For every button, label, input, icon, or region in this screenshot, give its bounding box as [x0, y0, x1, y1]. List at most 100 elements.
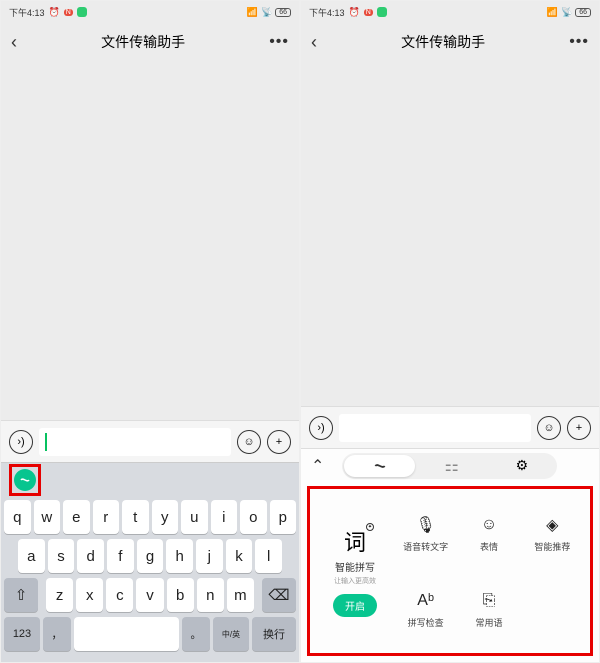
comma-key[interactable]: ， — [43, 617, 71, 651]
key-k[interactable]: k — [226, 539, 253, 573]
key-t[interactable]: t — [122, 500, 149, 534]
stack-icon: ◈ — [541, 514, 563, 536]
more-icon[interactable]: ••• — [269, 33, 289, 51]
highlight-box — [9, 464, 41, 496]
app-badge — [77, 7, 87, 17]
features-panel: 词✦ 智能拼写 让输入更高效 开启 🎙 语音转文字 ☺ 表情 ◈ 智能推荐 Aᵇ 拼写检查 ⎘常… — [307, 486, 593, 656]
chat-area[interactable] — [1, 61, 299, 420]
mode-smart[interactable] — [344, 455, 414, 477]
panel-toolbar: ⌃ ⚏ ⚙ — [301, 448, 599, 482]
key-j[interactable]: j — [196, 539, 223, 573]
check-icon: Aᵇ — [415, 590, 437, 612]
key-e[interactable]: e — [63, 500, 90, 534]
space-key[interactable] — [74, 617, 179, 651]
chat-header: ‹ 文件传输助手 ••• — [301, 23, 599, 61]
signal-icon: 📶 — [247, 7, 258, 18]
mode-switcher: ⚏ ⚙ — [342, 453, 557, 479]
smile-icon: ☺ — [478, 514, 500, 536]
input-bar: ›) ☺ + — [301, 406, 599, 448]
status-bar: 下午4:13 ⏰ N 📶 📡 66 — [301, 1, 599, 23]
mode-settings[interactable]: ⚙ — [487, 453, 557, 479]
more-icon[interactable]: ••• — [569, 33, 589, 51]
emoji-icon[interactable]: ☺ — [237, 430, 261, 454]
plus-icon[interactable]: + — [267, 430, 291, 454]
key-o[interactable]: o — [240, 500, 267, 534]
message-input[interactable] — [339, 414, 531, 442]
wifi-icon: 📡 — [261, 7, 272, 18]
phone-right: 下午4:13 ⏰ N 📶 📡 66 ‹ 文件传输助手 ••• ›) ☺ + ⌃ … — [300, 0, 600, 663]
key-p[interactable]: p — [270, 500, 297, 534]
smart-char: 词✦ — [344, 525, 366, 557]
battery-level: 66 — [275, 8, 291, 17]
key-g[interactable]: g — [137, 539, 164, 573]
key-h[interactable]: h — [166, 539, 193, 573]
key-i[interactable]: i — [211, 500, 238, 534]
collapse-icon[interactable]: ⌃ — [311, 456, 324, 476]
feature-mic[interactable]: 🎙 语音转文字 — [396, 497, 455, 569]
key-b[interactable]: b — [167, 578, 194, 612]
phone-left: 下午4:13 ⏰ N 📶 📡 66 ‹ 文件传输助手 ••• ›) ☺ + qw… — [0, 0, 300, 663]
feature-smile[interactable]: ☺ 表情 — [459, 497, 518, 569]
gear-icon: ⚙ — [516, 457, 529, 474]
key-u[interactable]: u — [181, 500, 208, 534]
signal-icon: 📶 — [547, 7, 558, 18]
status-time: 下午4:13 — [9, 6, 45, 19]
mic-icon: 🎙 — [415, 514, 437, 536]
feature-check[interactable]: Aᵇ 拼写检查 — [396, 573, 455, 645]
feature-label: 语音转文字 — [403, 540, 448, 553]
key-n[interactable]: n — [197, 578, 224, 612]
feature-label: 拼写检查 — [408, 616, 444, 629]
feature-stack[interactable]: ◈ 智能推荐 — [523, 497, 582, 569]
open-button[interactable]: 开启 — [333, 594, 377, 617]
app-badge — [377, 7, 387, 17]
chat-header: ‹ 文件传输助手 ••• — [1, 23, 299, 61]
feature-label: 表情 — [480, 540, 498, 553]
battery-level: 66 — [575, 8, 591, 17]
notif-badge: N — [64, 9, 73, 16]
lang-key[interactable]: 中/英 — [213, 617, 249, 651]
smart-sub: 让输入更高效 — [334, 576, 376, 586]
notif-badge: N — [364, 9, 373, 16]
voice-input-icon[interactable]: ›) — [309, 416, 333, 440]
key-y[interactable]: y — [152, 500, 179, 534]
key-l[interactable]: l — [255, 539, 282, 573]
wifi-icon: 📡 — [561, 7, 572, 18]
period-key[interactable]: 。 — [182, 617, 210, 651]
input-bar: ›) ☺ + — [1, 420, 299, 462]
voice-input-icon[interactable]: ›) — [9, 430, 33, 454]
backspace-key[interactable]: ⌫ — [262, 578, 296, 612]
key-v[interactable]: v — [136, 578, 163, 612]
alarm-icon: ⏰ — [49, 7, 60, 18]
alarm-icon: ⏰ — [349, 7, 360, 18]
key-a[interactable]: a — [18, 539, 45, 573]
feature-label: 常用语 — [475, 616, 502, 629]
key-m[interactable]: m — [227, 578, 254, 612]
emoji-icon[interactable]: ☺ — [537, 416, 561, 440]
message-input[interactable] — [39, 428, 231, 456]
key-z[interactable]: z — [46, 578, 73, 612]
feature-phrase[interactable]: ⎘常用语 — [459, 573, 518, 645]
header-title: 文件传输助手 — [17, 32, 269, 52]
enter-key[interactable]: 换行 — [252, 617, 296, 651]
smart-write-card: 词✦ 智能拼写 让输入更高效 开启 — [318, 497, 396, 645]
number-key[interactable]: 123 — [4, 617, 40, 651]
header-title: 文件传输助手 — [317, 32, 569, 52]
key-x[interactable]: x — [76, 578, 103, 612]
key-d[interactable]: d — [77, 539, 104, 573]
key-q[interactable]: q — [4, 500, 31, 534]
keyboard: qwertyuiop asdfghjkl ⇧ zxcvbnm ⌫ 123 ， 。… — [1, 496, 299, 662]
keyboard-toolbar — [1, 462, 299, 496]
key-f[interactable]: f — [107, 539, 134, 573]
smart-write-icon[interactable] — [14, 469, 36, 491]
feature-label: 智能推荐 — [534, 540, 570, 553]
status-time: 下午4:13 — [309, 6, 345, 19]
key-c[interactable]: c — [106, 578, 133, 612]
ai-badge-icon: ✦ — [366, 523, 374, 531]
shift-key[interactable]: ⇧ — [4, 578, 38, 612]
mode-grid[interactable]: ⚏ — [417, 453, 487, 479]
plus-icon[interactable]: + — [567, 416, 591, 440]
key-s[interactable]: s — [48, 539, 75, 573]
key-w[interactable]: w — [34, 500, 61, 534]
key-r[interactable]: r — [93, 500, 120, 534]
chat-area[interactable] — [301, 61, 599, 406]
